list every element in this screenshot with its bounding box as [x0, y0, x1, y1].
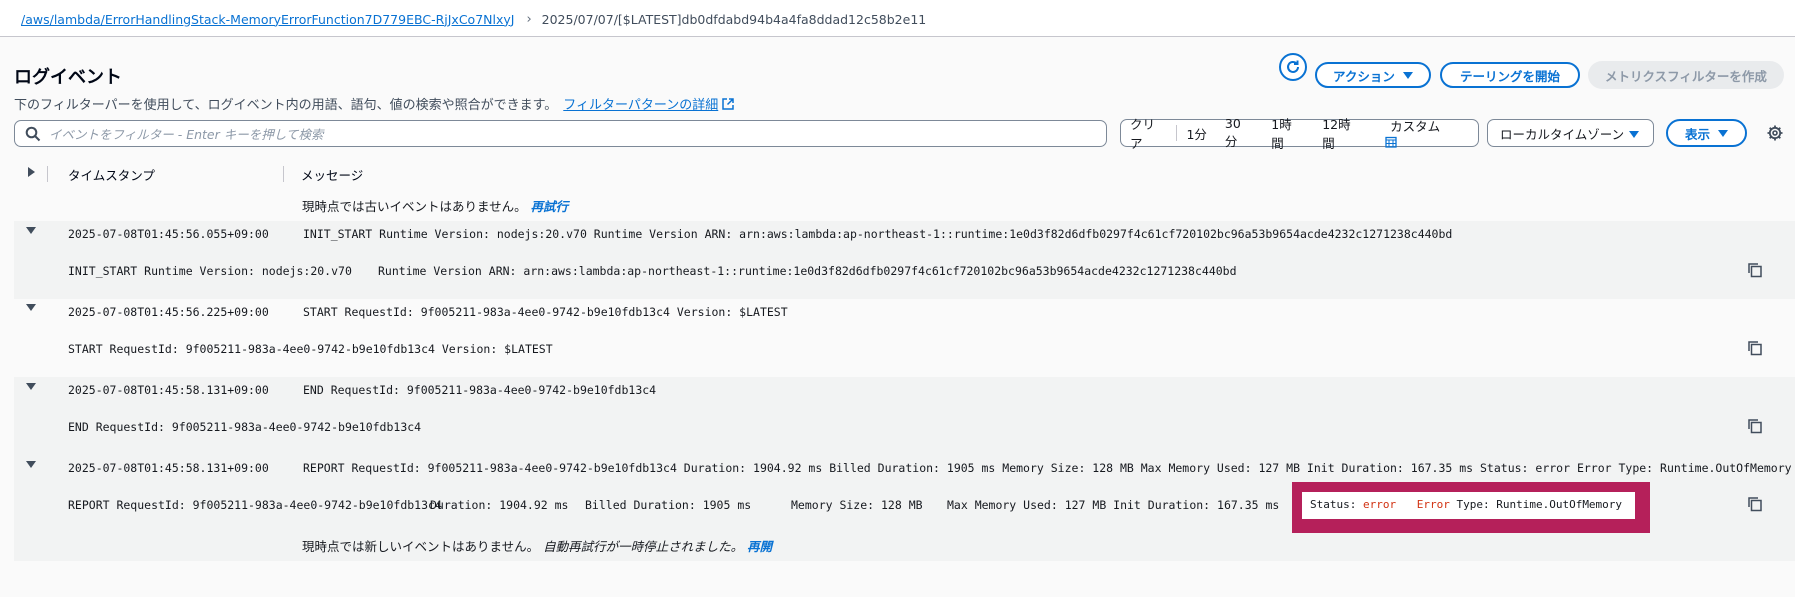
collapse-row-icon[interactable] [26, 227, 36, 234]
collapse-row-icon[interactable] [26, 461, 36, 468]
retry-link[interactable]: 再試行 [531, 199, 569, 214]
event-timestamp: 2025-07-08T01:45:56.055+09:00 [68, 227, 269, 241]
event-detail: Duration: 1904.92 ms [430, 498, 569, 512]
create-metric-filter-label: メトリクスフィルターを作成 [1605, 68, 1767, 84]
external-link-icon [722, 98, 734, 110]
error-type: Type: Runtime.OutOfMemory [1456, 498, 1623, 511]
newer-events-text: 現時点では新しいイベントはありません。 [302, 539, 540, 554]
event-message: START RequestId: 9f005211-983a-4ee0-9742… [303, 305, 788, 319]
caret-down-icon [1629, 131, 1639, 138]
refresh-icon [1287, 60, 1299, 73]
actions-button[interactable]: アクション [1315, 62, 1431, 88]
event-detail: Memory Size: 128 MB [791, 498, 923, 512]
table-header: タイムスタンプ メッセージ [14, 162, 1795, 186]
column-header-message[interactable]: メッセージ [301, 165, 363, 184]
breadcrumb-log-group-link[interactable]: /aws/lambda/ErrorHandlingStack-MemoryErr… [21, 12, 514, 27]
older-events-text: 現時点では古いイベントはありません。 [302, 199, 527, 214]
log-event-group [14, 299, 1795, 377]
event-detail: START RequestId: 9f005211-983a-4ee0-9742… [68, 342, 553, 356]
copy-icon[interactable] [1747, 262, 1763, 278]
event-timestamp: 2025-07-08T01:45:58.131+09:00 [68, 461, 269, 475]
status-label: Status: [1310, 498, 1357, 511]
learn-more-link[interactable]: フィルターパターンの詳細 [563, 98, 718, 113]
page-description: 下のフィルターパーを使用して、ログイベント内の用語、語句、値の検索や照合ができま… [14, 94, 734, 113]
page-title: ログイベント [14, 67, 122, 88]
timezone-select[interactable]: ローカルタイムゾーン [1487, 119, 1654, 147]
resume-link[interactable]: 再開 [747, 539, 772, 554]
auto-retry-paused-text: 自動再試行が一時停止されました。 [543, 539, 744, 554]
display-label: 表示 [1684, 126, 1710, 142]
search-icon [25, 126, 41, 142]
calendar-icon [1385, 136, 1397, 148]
newer-events-notice: 現時点では新しいイベントはありません。 自動再試行が一時停止されました。 再開 [302, 536, 772, 555]
description-text: 下のフィルターパーを使用して、ログイベント内の用語、語句、値の検索や照合ができま… [14, 98, 558, 113]
filter-events-input[interactable]: イベントをフィルター - Enter キーを押して検索 [14, 120, 1107, 147]
breadcrumb: /aws/lambda/ErrorHandlingStack-MemoryErr… [21, 8, 926, 30]
event-detail: INIT_START Runtime Version: nodejs:20.v7… [68, 264, 352, 278]
breadcrumb-current: 2025/07/07/[$LATEST]db0dfdabd94b4a4fa8dd… [541, 11, 927, 27]
time-range-custom[interactable]: カスタム [1372, 116, 1478, 150]
time-range-30m[interactable]: 30分 [1216, 116, 1262, 150]
time-range-1h[interactable]: 1時間 [1262, 114, 1313, 152]
event-detail: Billed Duration: 1905 ms [585, 498, 752, 512]
actions-label: アクション [1333, 68, 1395, 84]
caret-down-icon [1402, 71, 1413, 79]
event-timestamp: 2025-07-08T01:45:58.131+09:00 [68, 383, 269, 397]
collapse-row-icon[interactable] [26, 304, 36, 311]
caret-down-icon [1718, 129, 1728, 137]
time-range-12h[interactable]: 12時間 [1313, 114, 1372, 152]
error-word: Error [1416, 498, 1450, 511]
log-event-group [14, 377, 1795, 455]
gear-icon[interactable] [1766, 124, 1784, 142]
time-range-clear[interactable]: クリア [1121, 114, 1176, 152]
time-range-selector: クリア 1分 30分 1時間 12時間 カスタム [1120, 116, 1479, 151]
event-timestamp: 2025-07-08T01:45:56.225+09:00 [68, 305, 269, 319]
event-message: INIT_START Runtime Version: nodejs:20.v7… [303, 227, 1453, 241]
timezone-selected: ローカルタイムゾーン [1500, 126, 1625, 142]
event-message: REPORT RequestId: 9f005211-983a-4ee0-974… [303, 461, 1792, 475]
collapse-row-icon[interactable] [26, 383, 36, 390]
time-range-1m[interactable]: 1分 [1177, 124, 1215, 143]
copy-icon[interactable] [1747, 418, 1763, 434]
start-tailing-button[interactable]: テーリングを開始 [1440, 62, 1580, 88]
event-detail: END RequestId: 9f005211-983a-4ee0-9742-b… [68, 420, 422, 434]
time-range-custom-label: カスタム [1390, 119, 1441, 134]
event-detail: REPORT RequestId: 9f005211-983a-4ee0-974… [68, 498, 442, 512]
copy-icon[interactable] [1747, 340, 1763, 356]
column-header-timestamp[interactable]: タイムスタンプ [68, 165, 155, 184]
chevron-right-icon: › [526, 11, 532, 27]
column-divider [47, 166, 48, 182]
event-detail: Runtime Version ARN: arn:aws:lambda:ap-n… [378, 264, 1237, 278]
filter-placeholder: イベントをフィルター - Enter キーを押して検索 [49, 127, 324, 142]
column-divider[interactable] [283, 166, 284, 182]
older-events-notice: 現時点では古いイベントはありません。 再試行 [302, 196, 568, 215]
status-value: error [1362, 498, 1397, 511]
refresh-button[interactable] [1279, 53, 1307, 81]
expand-all-icon[interactable] [28, 167, 35, 177]
display-button[interactable]: 表示 [1666, 119, 1747, 147]
event-detail: Max Memory Used: 127 MB Init Duration: 1… [947, 498, 1280, 512]
error-status-detail: Status: error Error Type: Runtime.OutOfM… [1310, 498, 1622, 511]
start-tailing-label: テーリングを開始 [1459, 68, 1560, 84]
create-metric-filter-button[interactable]: メトリクスフィルターを作成 [1588, 61, 1784, 89]
copy-icon[interactable] [1747, 496, 1763, 512]
event-message: END RequestId: 9f005211-983a-4ee0-9742-b… [303, 383, 657, 397]
